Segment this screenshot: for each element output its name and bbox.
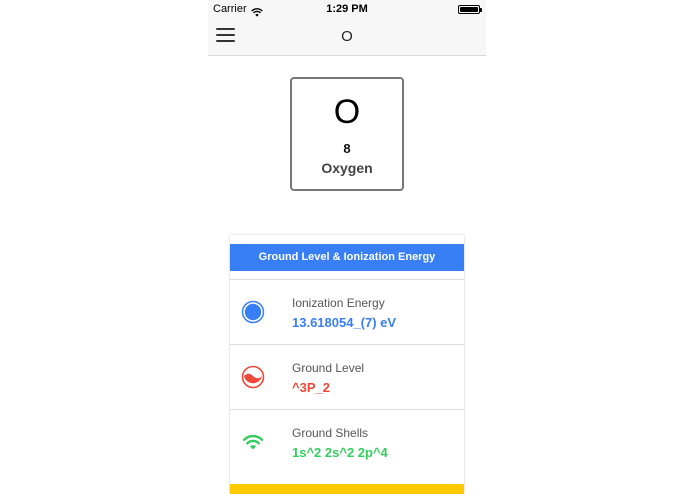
page-title: O	[341, 28, 353, 45]
ionization-energy-label: Ionization Energy	[292, 296, 385, 310]
battery-icon	[458, 5, 482, 14]
wave-circle-icon	[241, 365, 265, 389]
properties-card: Ground Level & Ionization Energy Ionizat…	[230, 235, 464, 494]
element-tile: O 8 Oxygen	[290, 77, 404, 191]
ground-level-label: Ground Level	[292, 361, 365, 375]
card-header: Ground Level & Ionization Energy	[230, 244, 464, 271]
ground-level-value: ^3P_2	[292, 380, 330, 395]
element-atomic-number: 8	[343, 141, 351, 156]
element-symbol: O	[333, 93, 361, 131]
list-item-ionization-energy[interactable]: Ionization Energy 13.618054_(7) eV	[230, 279, 464, 344]
wifi-icon	[241, 430, 265, 454]
next-section-header	[230, 484, 464, 494]
ionization-energy-value: 13.618054_(7) eV	[292, 315, 397, 330]
circle-icon	[241, 300, 265, 324]
list-item-ground-shells[interactable]: Ground Shells 1s^2 2s^2 2p^4	[230, 409, 464, 474]
status-time: 1:29 PM	[326, 3, 368, 15]
element-name: Oxygen	[321, 160, 373, 176]
ground-shells-label: Ground Shells	[292, 426, 369, 440]
status-bar: Carrier 1:29 PM	[208, 0, 486, 18]
ground-shells-value: 1s^2 2s^2 2p^4	[292, 445, 388, 460]
nav-bar: O	[208, 18, 486, 56]
list-item-ground-level[interactable]: Ground Level ^3P_2	[230, 344, 464, 409]
app-screen: Carrier 1:29 PM O O 8 Oxygen Ground Leve…	[208, 0, 486, 494]
